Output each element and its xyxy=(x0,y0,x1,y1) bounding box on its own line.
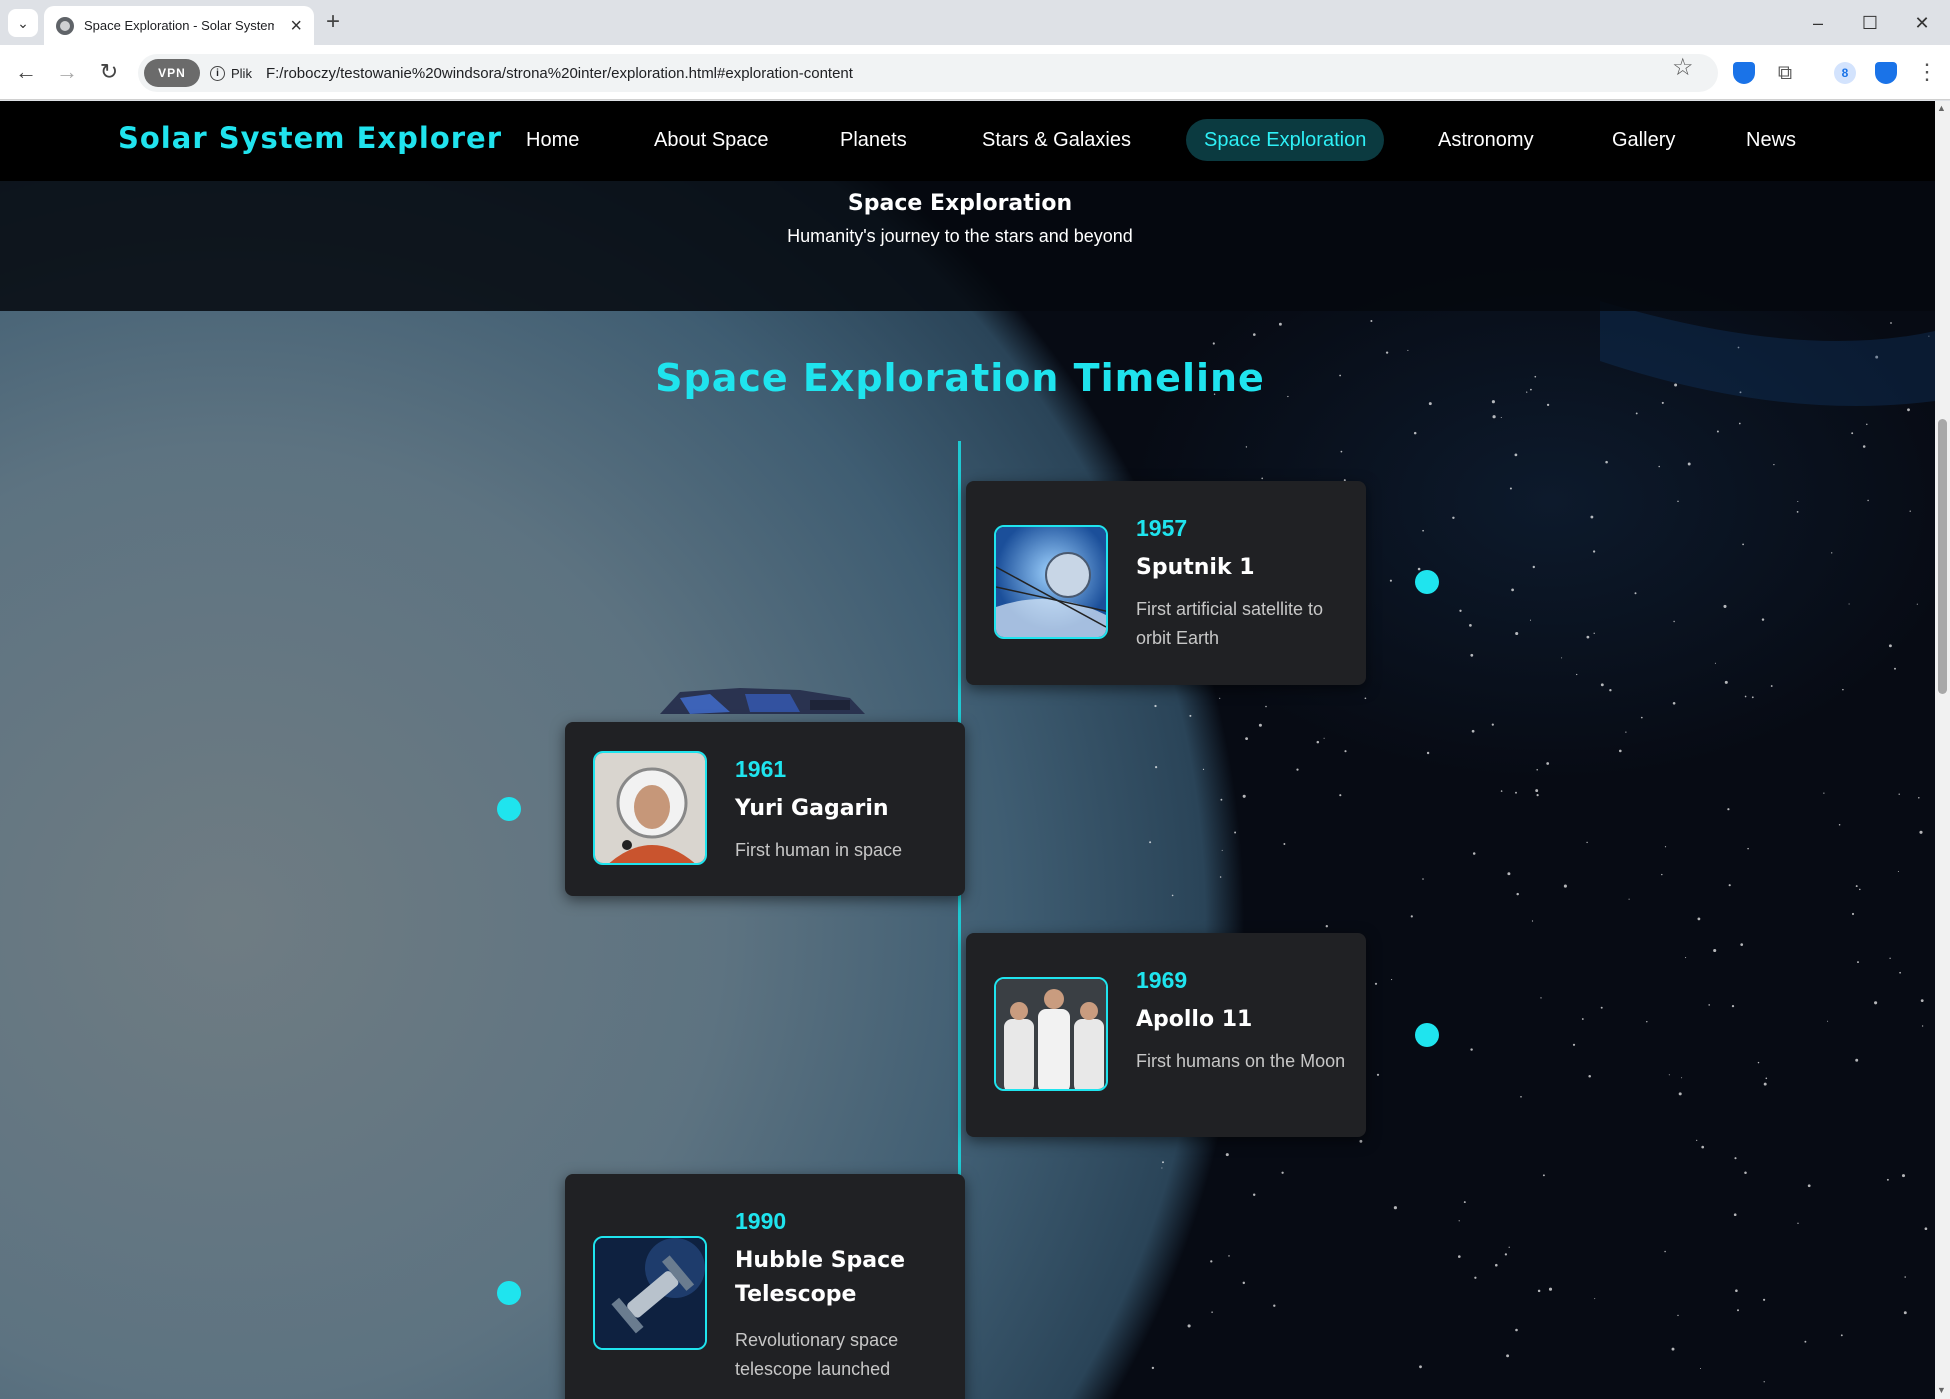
minimize-icon[interactable]: – xyxy=(1803,8,1833,38)
nav-planets[interactable]: Planets xyxy=(822,119,925,161)
timeline-card-apollo[interactable]: 1969 Apollo 11 First humans on the Moon xyxy=(966,933,1366,1137)
browser-menu-icon[interactable]: ⋮ xyxy=(1916,59,1938,85)
timeline-card-sputnik[interactable]: 1957 Sputnik 1 First artificial satellit… xyxy=(966,481,1366,685)
maximize-icon[interactable]: ☐ xyxy=(1855,8,1885,38)
browser-toolbar: ← → ↻ VPN i Plik F:/roboczy/testowanie%2… xyxy=(0,45,1950,100)
close-tab-icon[interactable]: × xyxy=(290,16,302,36)
hero-banner: Space Exploration Humanity's journey to … xyxy=(0,181,1935,311)
nav-home[interactable]: Home xyxy=(508,119,597,161)
hero-title: Space Exploration xyxy=(847,191,1073,216)
timeline-card-hubble[interactable]: 1990 Hubble Space Telescope Revolutionar… xyxy=(565,1174,965,1399)
apollo-crew-photo-image xyxy=(994,977,1108,1091)
hubble-telescope-image xyxy=(593,1236,707,1350)
event-year: 1990 xyxy=(735,1208,787,1234)
nav-stars-galaxies[interactable]: Stars & Galaxies xyxy=(964,119,1149,161)
timeline-dot xyxy=(497,1281,521,1305)
event-description: First humans on the Moon xyxy=(1136,1051,1346,1071)
hero-subtitle: Humanity's journey to the stars and beyo… xyxy=(787,226,1133,246)
page-viewport: Solar System Explorer Home About Space P… xyxy=(0,101,1935,1399)
nav-about-space[interactable]: About Space xyxy=(636,119,787,161)
timeline-card-gagarin[interactable]: 1961 Yuri Gagarin First human in space xyxy=(565,722,965,896)
timeline-heading: Space Exploration Timeline xyxy=(655,356,1265,400)
browser-tab-strip: ⌄ Space Exploration - Solar System E × +… xyxy=(0,0,1950,45)
event-year: 1961 xyxy=(735,756,787,782)
event-title: Yuri Gagarin xyxy=(735,796,889,821)
site-info-chip[interactable]: i Plik xyxy=(210,65,252,81)
new-tab-plus-icon[interactable]: + xyxy=(326,10,340,34)
site-navigation: Solar System Explorer Home About Space P… xyxy=(0,101,1935,181)
address-bar[interactable]: VPN i Plik F:/roboczy/testowanie%20winds… xyxy=(138,54,1718,92)
forward-arrow-icon[interactable]: → xyxy=(52,57,82,87)
cosmonaut-portrait-image xyxy=(593,751,707,865)
event-description: First human in space xyxy=(735,840,903,860)
back-arrow-icon[interactable]: ← xyxy=(11,57,41,87)
site-info-label: Plik xyxy=(231,65,252,81)
event-title: Sputnik 1 xyxy=(1136,555,1255,580)
nav-astronomy[interactable]: Astronomy xyxy=(1420,119,1552,161)
site-logo[interactable]: Solar System Explorer xyxy=(118,121,502,155)
nav-space-exploration[interactable]: Space Exploration xyxy=(1186,119,1385,161)
page-scrollbar[interactable]: ▲ ▼ xyxy=(1935,101,1950,1399)
tab-search-chevron-icon[interactable]: ⌄ xyxy=(8,9,38,37)
security-shield-icon[interactable] xyxy=(1875,62,1897,84)
spaceship-graphic xyxy=(660,688,865,714)
info-icon: i xyxy=(210,65,225,81)
url-text[interactable]: F:/roboczy/testowanie%20windsora/strona%… xyxy=(266,65,853,82)
extensions-puzzle-icon[interactable]: ⧉ xyxy=(1774,62,1796,84)
vpn-badge[interactable]: VPN xyxy=(144,59,200,87)
profile-avatar[interactable]: 8 xyxy=(1834,62,1856,84)
event-title: Hubble Space Telescope xyxy=(735,1248,906,1307)
scroll-up-arrow-icon[interactable]: ▲ xyxy=(1937,103,1946,113)
timeline-dot xyxy=(497,797,521,821)
timeline-dot xyxy=(1415,570,1439,594)
event-title: Apollo 11 xyxy=(1136,1007,1253,1032)
event-year: 1957 xyxy=(1136,515,1188,541)
browser-tab[interactable]: Space Exploration - Solar System E × xyxy=(44,6,314,45)
timeline-dot xyxy=(1415,1023,1439,1047)
event-description: First artificial satellite to orbit Eart… xyxy=(1136,599,1324,648)
scrollbar-thumb[interactable] xyxy=(1938,419,1947,694)
scroll-down-arrow-icon[interactable]: ▼ xyxy=(1937,1385,1946,1395)
sputnik-satellite-image xyxy=(994,525,1108,639)
nav-gallery[interactable]: Gallery xyxy=(1594,119,1693,161)
reload-icon[interactable]: ↻ xyxy=(94,57,124,87)
event-year: 1969 xyxy=(1136,967,1188,993)
globe-icon xyxy=(56,16,74,35)
window-close-icon[interactable]: ✕ xyxy=(1907,8,1937,38)
nav-news[interactable]: News xyxy=(1728,119,1814,161)
event-description: Revolutionary space telescope launched xyxy=(735,1330,899,1379)
bookmark-star-icon[interactable]: ☆ xyxy=(1672,53,1694,82)
shield-extension-icon[interactable] xyxy=(1733,62,1755,84)
tab-title: Space Exploration - Solar System E xyxy=(84,18,274,33)
